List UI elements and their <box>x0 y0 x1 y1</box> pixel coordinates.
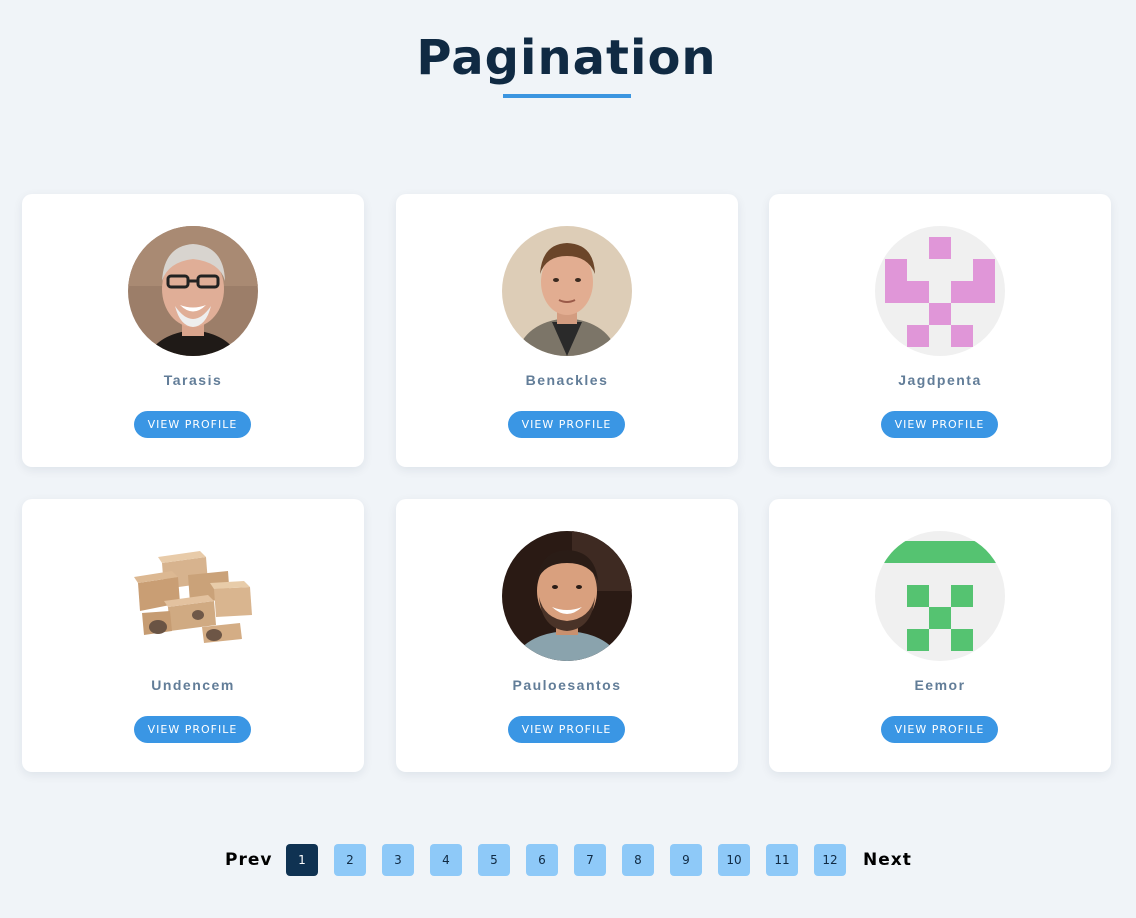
title-underline <box>503 94 631 98</box>
avatar <box>502 531 632 661</box>
avatar <box>128 531 258 661</box>
avatar <box>875 226 1005 356</box>
page-button-3[interactable]: 3 <box>382 844 414 876</box>
page-button-8[interactable]: 8 <box>622 844 654 876</box>
page-button-9[interactable]: 9 <box>670 844 702 876</box>
user-name: Benackles <box>525 372 609 388</box>
user-card: Pauloesantos VIEW PROFILE <box>396 499 738 772</box>
prev-button[interactable]: Prev <box>225 850 272 870</box>
avatar <box>502 226 632 356</box>
user-name: Eemor <box>914 677 966 693</box>
view-profile-button[interactable]: VIEW PROFILE <box>134 411 251 438</box>
page-button-5[interactable]: 5 <box>478 844 510 876</box>
user-name: Jagdpenta <box>898 372 982 388</box>
page-button-1[interactable]: 1 <box>286 844 318 876</box>
user-card: Tarasis VIEW PROFILE <box>22 194 364 467</box>
view-profile-button[interactable]: VIEW PROFILE <box>881 716 998 743</box>
view-profile-button[interactable]: VIEW PROFILE <box>508 716 625 743</box>
page-title: Pagination <box>416 30 717 86</box>
user-name: Undencem <box>151 677 235 693</box>
page-button-6[interactable]: 6 <box>526 844 558 876</box>
page-button-12[interactable]: 12 <box>814 844 846 876</box>
page-button-11[interactable]: 11 <box>766 844 798 876</box>
next-button[interactable]: Next <box>863 850 912 870</box>
avatar <box>875 531 1005 661</box>
view-profile-button[interactable]: VIEW PROFILE <box>508 411 625 438</box>
page-button-4[interactable]: 4 <box>430 844 462 876</box>
user-card: Eemor VIEW PROFILE <box>769 499 1111 772</box>
user-card: Jagdpenta VIEW PROFILE <box>769 194 1111 467</box>
view-profile-button[interactable]: VIEW PROFILE <box>881 411 998 438</box>
user-card: Benackles VIEW PROFILE <box>396 194 738 467</box>
user-name: Pauloesantos <box>512 677 622 693</box>
pagination: Prev 1 2 3 4 5 6 7 8 9 10 11 12 Next <box>0 844 1136 876</box>
avatar <box>128 226 258 356</box>
user-name: Tarasis <box>163 372 223 388</box>
user-card: Undencem VIEW PROFILE <box>22 499 364 772</box>
page-button-7[interactable]: 7 <box>574 844 606 876</box>
view-profile-button[interactable]: VIEW PROFILE <box>134 716 251 743</box>
page-button-2[interactable]: 2 <box>334 844 366 876</box>
page-button-10[interactable]: 10 <box>718 844 750 876</box>
